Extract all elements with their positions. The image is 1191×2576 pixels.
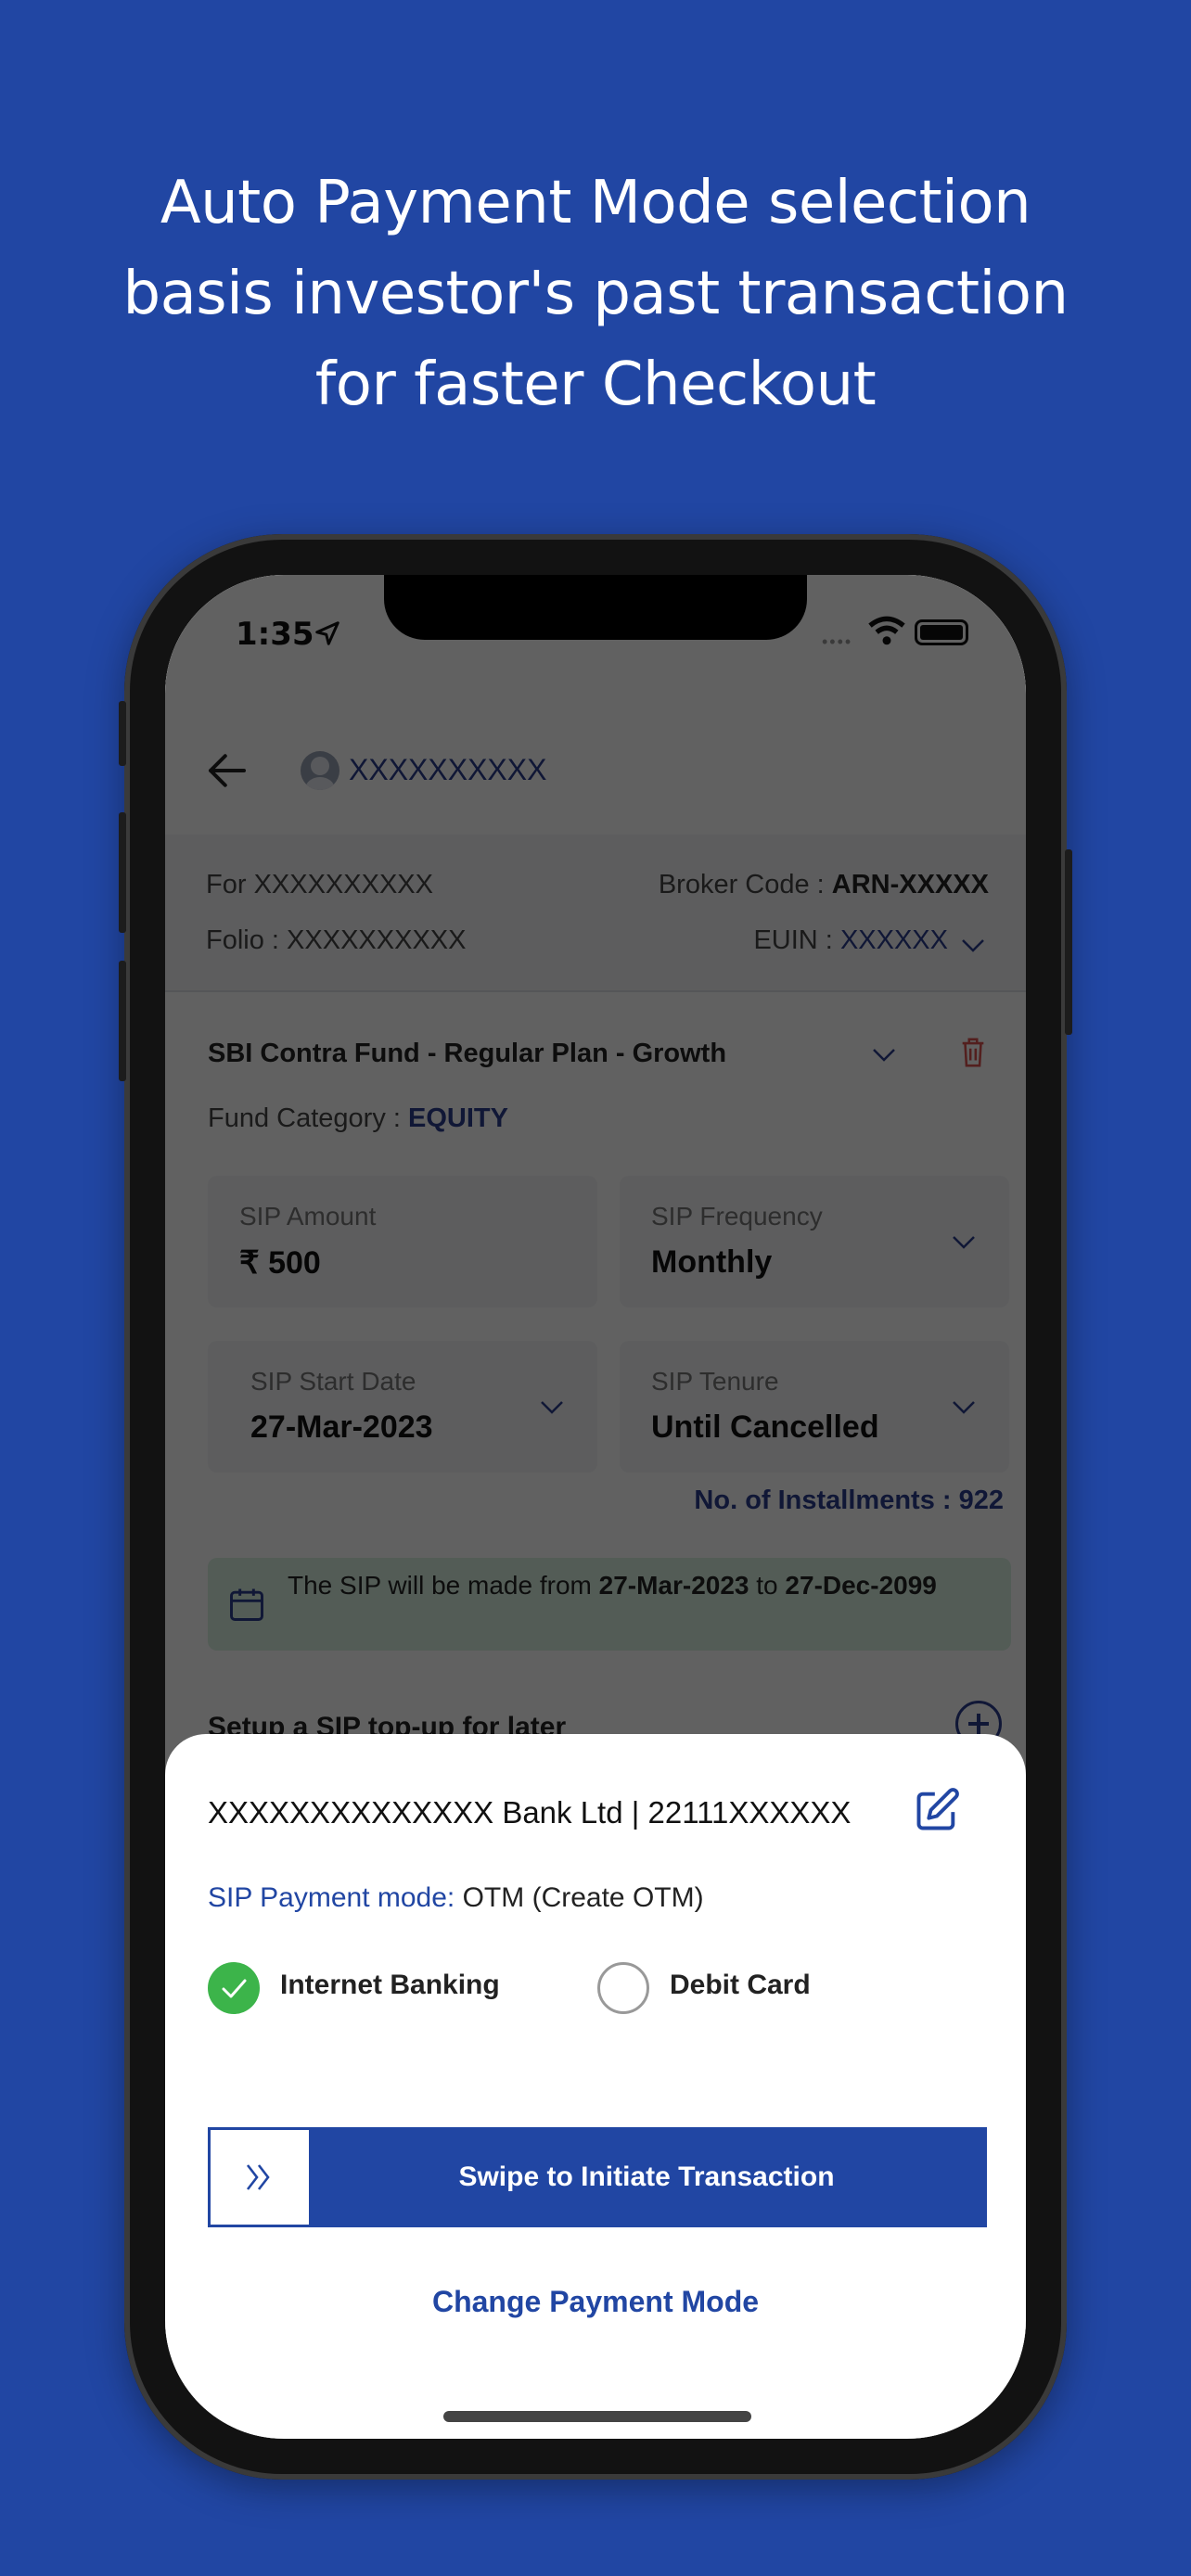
mute-switch xyxy=(119,701,126,766)
swipe-to-initiate-slider[interactable]: Swipe to Initiate Transaction xyxy=(208,2127,987,2227)
phone-frame: 1:35 •••• XXXXXXXXXX For XXXXXXXXXX Brok… xyxy=(119,534,1072,2480)
sip-payment-mode: SIP Payment mode: OTM (Create OTM) xyxy=(208,1882,704,1914)
edit-icon[interactable] xyxy=(913,1786,961,1834)
change-payment-mode-link[interactable]: Change Payment Mode xyxy=(165,2285,1026,2319)
headline-line: basis investor's past transaction xyxy=(122,260,1069,328)
notch xyxy=(384,575,807,640)
swipe-handle[interactable] xyxy=(211,2130,309,2225)
headline-line: for faster Checkout xyxy=(314,351,877,419)
double-chevron-right-icon xyxy=(246,2164,270,2190)
check-icon xyxy=(222,1979,247,1998)
internet-banking-label[interactable]: Internet Banking xyxy=(280,1970,500,2001)
debit-card-label[interactable]: Debit Card xyxy=(670,1970,811,2001)
volume-down-button xyxy=(119,961,126,1081)
volume-up-button xyxy=(119,812,126,933)
swipe-label: Swipe to Initiate Transaction xyxy=(458,2162,835,2192)
payment-mode-label: SIP Payment mode: xyxy=(208,1882,455,1913)
payment-mode-value: OTM (Create OTM) xyxy=(462,1882,704,1913)
power-button xyxy=(1065,849,1072,1035)
headline: Auto Payment Mode selection basis invest… xyxy=(0,158,1191,430)
debit-card-radio[interactable] xyxy=(597,1962,649,2014)
headline-line: Auto Payment Mode selection xyxy=(160,169,1031,237)
payment-bottom-sheet: XXXXXXXXXXXXXX Bank Ltd | 22111XXXXXX SI… xyxy=(165,1734,1026,2439)
phone-screen: 1:35 •••• XXXXXXXXXX For XXXXXXXXXX Brok… xyxy=(165,575,1026,2439)
bank-account: XXXXXXXXXXXXXX Bank Ltd | 22111XXXXXX xyxy=(208,1795,852,1830)
internet-banking-radio[interactable] xyxy=(208,1962,260,2014)
home-indicator[interactable] xyxy=(443,2411,751,2422)
